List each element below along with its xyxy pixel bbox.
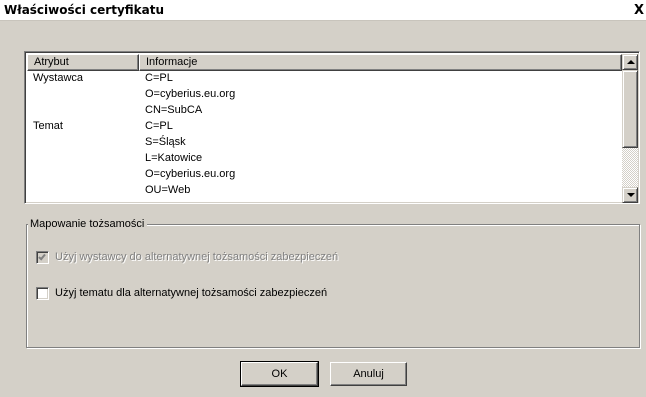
scroll-up-button[interactable] (622, 54, 638, 70)
use-issuer-checkbox-row: Użyj wystawcy do alternatywnej tożsamośc… (36, 250, 338, 264)
use-issuer-checkbox (36, 250, 49, 264)
ok-button[interactable]: OK (240, 361, 319, 387)
scroll-thumb[interactable] (622, 70, 638, 148)
cancel-button[interactable]: Anuluj (330, 362, 407, 386)
certificate-properties-dialog: Właściwości certyfikatu X Atrybut Inform… (0, 0, 646, 397)
list-item-value: L=Katowice (145, 152, 203, 164)
scroll-down-button[interactable] (622, 187, 638, 203)
list-item[interactable]: Wystawca C=PL (27, 71, 622, 85)
identity-mapping-label: Mapowanie tożsamości (28, 217, 148, 231)
list-item[interactable]: O=cyberius.eu.org (27, 167, 622, 181)
list-item[interactable]: S=Śląsk (27, 135, 622, 149)
list-item-attribute: Wystawca (33, 72, 84, 84)
column-header-information[interactable]: Informacje (139, 54, 622, 71)
close-button[interactable]: X (634, 2, 646, 19)
arrow-down-icon (627, 193, 635, 197)
use-issuer-label: Użyj wystawcy do alternatywnej tożsamośc… (55, 251, 339, 263)
list-body: Wystawca C=PL O=cyberius.eu.org CN=SubCA Tem… (27, 71, 622, 203)
arrow-up-icon (627, 60, 635, 64)
list-item[interactable]: O=cyberius.eu.org (27, 87, 622, 101)
list-header: Atrybut Informacje (27, 54, 622, 71)
list-item-value: S=Śląsk (145, 136, 186, 148)
list-item-value: OU=Web (145, 184, 191, 196)
list-item[interactable]: L=Katowice (27, 151, 622, 165)
attribute-list[interactable]: Atrybut Informacje Wystawca C=PL O=cyberiu… (24, 51, 640, 204)
vertical-scrollbar[interactable] (622, 54, 638, 203)
list-item-value: C=PL (145, 120, 173, 132)
use-subject-label[interactable]: Użyj tematu dla alternatywnej tożsamości… (55, 286, 327, 300)
list-item-value: CN=SubCA (145, 104, 203, 116)
window-title: Właściwości certyfikatu (4, 3, 165, 17)
list-item-value: O=cyberius.eu.org (145, 168, 236, 180)
column-header-attribute[interactable]: Atrybut (27, 54, 139, 71)
use-subject-checkbox-row[interactable]: Użyj tematu dla alternatywnej tożsamości… (36, 286, 327, 300)
list-item[interactable]: OU=Web (27, 183, 622, 197)
list-item-value: C=PL (145, 72, 173, 84)
list-item[interactable]: CN=SubCA (27, 103, 622, 117)
list-item[interactable]: Temat C=PL (27, 119, 622, 133)
title-bar: Właściwości certyfikatu X (0, 0, 646, 21)
list-item-value: O=cyberius.eu.org (145, 88, 236, 100)
checkmark-icon (38, 252, 46, 260)
use-subject-checkbox[interactable] (36, 286, 49, 300)
list-item-attribute: Temat (33, 120, 63, 132)
